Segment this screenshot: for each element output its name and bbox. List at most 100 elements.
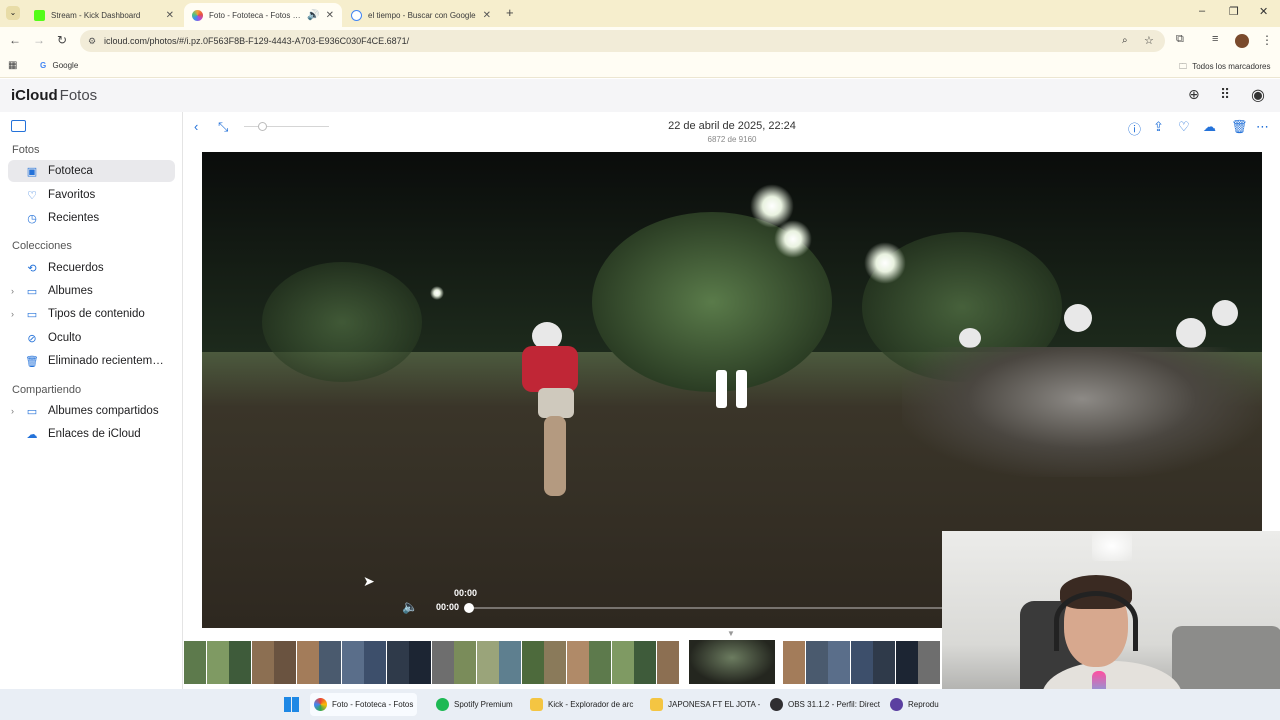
account-icon[interactable]: ◉	[1251, 85, 1265, 105]
sidebar-item-recuerdos[interactable]: ⟲ Recuerdos	[8, 257, 175, 279]
sidebar-item-label: Eliminado recienteme...	[48, 355, 168, 367]
tab-title: Stream - Kick Dashboard	[51, 10, 141, 20]
delete-icon[interactable]: 🗑	[1231, 119, 1248, 135]
thumbnail[interactable]	[454, 641, 476, 684]
browser-tab-kick[interactable]: Stream - Kick Dashboard ✕	[26, 3, 182, 27]
thumbnail[interactable]	[895, 641, 918, 684]
thumbnail[interactable]	[544, 641, 566, 684]
thumbnail-selected[interactable]	[689, 640, 775, 684]
thumbnail-group	[783, 641, 941, 684]
windows-start-icon[interactable]	[284, 697, 299, 712]
chevron-right-icon[interactable]: ›	[11, 309, 14, 319]
info-icon[interactable]: ⓘ	[1128, 119, 1141, 138]
sidebar-item-recientes[interactable]: ◷ Recientes	[8, 207, 175, 229]
new-tab-icon[interactable]: +	[506, 5, 514, 20]
thumbnail[interactable]	[589, 641, 611, 684]
browser-menu-icon[interactable]: ⋮	[1261, 33, 1273, 47]
thumbnail[interactable]	[386, 641, 409, 684]
player-helmet	[1212, 300, 1238, 326]
taskbar-item-spotify[interactable]: Spotify Premium	[432, 693, 517, 716]
thumbnail[interactable]	[341, 641, 364, 684]
current-position-caret-icon: ▼	[727, 629, 735, 638]
volume-icon[interactable]: 🔈	[402, 599, 418, 615]
sidebar-item-tipos-de-contenido[interactable]: › ▭ Tipos de contenido	[8, 303, 175, 325]
close-window-icon[interactable]: ✕	[1259, 5, 1268, 18]
scrubber-handle[interactable]	[464, 603, 474, 613]
thumbnail[interactable]	[319, 641, 341, 684]
close-tab-icon[interactable]: ✕	[166, 10, 174, 21]
thumbnail[interactable]	[918, 641, 940, 684]
sidebar-item-eliminado[interactable]: 🗑 Eliminado recienteme...	[8, 350, 175, 372]
thumbnail[interactable]	[850, 641, 873, 684]
thumbnail[interactable]	[828, 641, 850, 684]
taskbar-item-obs[interactable]: OBS 31.1.2 - Perfil: Direct	[766, 693, 884, 716]
thumbnail[interactable]	[566, 641, 589, 684]
thumbnail[interactable]	[783, 641, 805, 684]
taskbar-label: Spotify Premium	[454, 700, 513, 709]
address-bar[interactable]: ⚙ icloud.com/photos/#/i.pz.0F563F8B-F129…	[80, 30, 1165, 52]
profile-avatar[interactable]	[1235, 34, 1249, 48]
pause-button[interactable]	[716, 370, 748, 410]
thumbnail[interactable]	[364, 641, 386, 684]
thumbnail[interactable]	[184, 641, 206, 684]
sidebar-item-albumes[interactable]: › ▭ Álbumes	[8, 280, 175, 302]
thumbnail[interactable]	[499, 641, 521, 684]
thumbnail[interactable]	[229, 641, 251, 684]
thumbnail[interactable]	[656, 641, 679, 684]
thumbnail[interactable]	[274, 641, 296, 684]
thumbnail[interactable]	[611, 641, 634, 684]
taskbar-item-kick-folder[interactable]: Kick - Explorador de arc	[526, 693, 637, 716]
bookmark-star-icon[interactable]: ☆	[1144, 30, 1154, 52]
media-control-icon[interactable]: ≡	[1212, 33, 1218, 45]
sidebar-item-oculto[interactable]: ⊘ Oculto	[8, 327, 175, 349]
forward-icon[interactable]: →	[33, 33, 45, 47]
favorite-heart-icon[interactable]: ♡	[1178, 119, 1190, 135]
sidebar-item-enlaces-icloud[interactable]: ☁ Enlaces de iCloud	[8, 423, 175, 445]
add-icon[interactable]: ⊕	[1188, 86, 1200, 103]
thumbnail[interactable]	[431, 641, 454, 684]
taskbar-item-media-player[interactable]: Reprodu	[886, 693, 943, 716]
thumbnail[interactable]	[873, 641, 895, 684]
speaker-icon[interactable]: 🔊	[307, 10, 319, 21]
tab-search-chevron-icon[interactable]: ⌄	[6, 6, 20, 20]
reload-icon[interactable]: ↻	[57, 33, 67, 47]
more-options-icon[interactable]: ⋯	[1256, 119, 1269, 135]
maximize-icon[interactable]: ❐	[1229, 5, 1239, 18]
sidebar-item-fototeca[interactable]: ▣ Fototeca	[8, 160, 175, 182]
app-grid-icon[interactable]: ⠿	[1220, 86, 1230, 103]
thumbnail[interactable]	[476, 641, 499, 684]
taskbar-item-japonesa-folder[interactable]: JAPONESA FT EL JOTA -	[646, 693, 764, 716]
thumbnail[interactable]	[296, 641, 319, 684]
sidebar-item-albumes-compartidos[interactable]: › ▭ Álbumes compartidos	[8, 400, 175, 422]
bookmark-google[interactable]: G Google	[40, 61, 78, 70]
apps-grid-icon[interactable]: ▦	[8, 60, 17, 71]
share-icon[interactable]: ⇪	[1153, 119, 1164, 135]
close-tab-icon[interactable]: ✕	[483, 10, 491, 21]
minimize-icon[interactable]: –	[1199, 5, 1205, 17]
album-icon: ▭	[26, 285, 38, 298]
sidebar-item-favoritos[interactable]: ♡ Favoritos	[8, 184, 175, 206]
browser-tab-google[interactable]: el tiempo - Buscar con Google ✕	[343, 3, 499, 27]
browser-tab-icloud[interactable]: Foto - Fototeca - Fotos en i... 🔊 ✕	[184, 3, 342, 27]
sidebar-toggle-icon[interactable]	[11, 120, 26, 132]
thumbnail[interactable]	[521, 641, 544, 684]
thumbnail[interactable]	[805, 641, 828, 684]
site-info-icon[interactable]: ⚙	[88, 30, 96, 52]
zoom-icon[interactable]: ⌕	[1122, 30, 1128, 52]
thumbnail[interactable]	[206, 641, 229, 684]
icloud-logo[interactable]: iCloud Fotos	[11, 87, 97, 104]
extensions-icon[interactable]: ⧉	[1176, 33, 1184, 46]
chevron-right-icon[interactable]: ›	[11, 286, 14, 296]
thumbnail[interactable]	[634, 641, 656, 684]
icloud-photos-icon	[192, 9, 203, 21]
download-icon[interactable]: ☁	[1203, 119, 1216, 135]
tab-title: Foto - Fototeca - Fotos en i...	[209, 10, 302, 20]
chevron-right-icon[interactable]: ›	[11, 406, 14, 416]
memories-icon: ⟲	[27, 262, 37, 275]
thumbnail[interactable]	[409, 641, 431, 684]
thumbnail[interactable]	[251, 641, 274, 684]
taskbar-item-chrome[interactable]: Foto - Fototeca - Fotos	[310, 693, 418, 716]
all-bookmarks[interactable]: 🗀 Todos los marcadores	[1179, 61, 1271, 75]
back-icon[interactable]: ←	[9, 33, 21, 47]
close-tab-icon[interactable]: ✕	[326, 10, 334, 21]
